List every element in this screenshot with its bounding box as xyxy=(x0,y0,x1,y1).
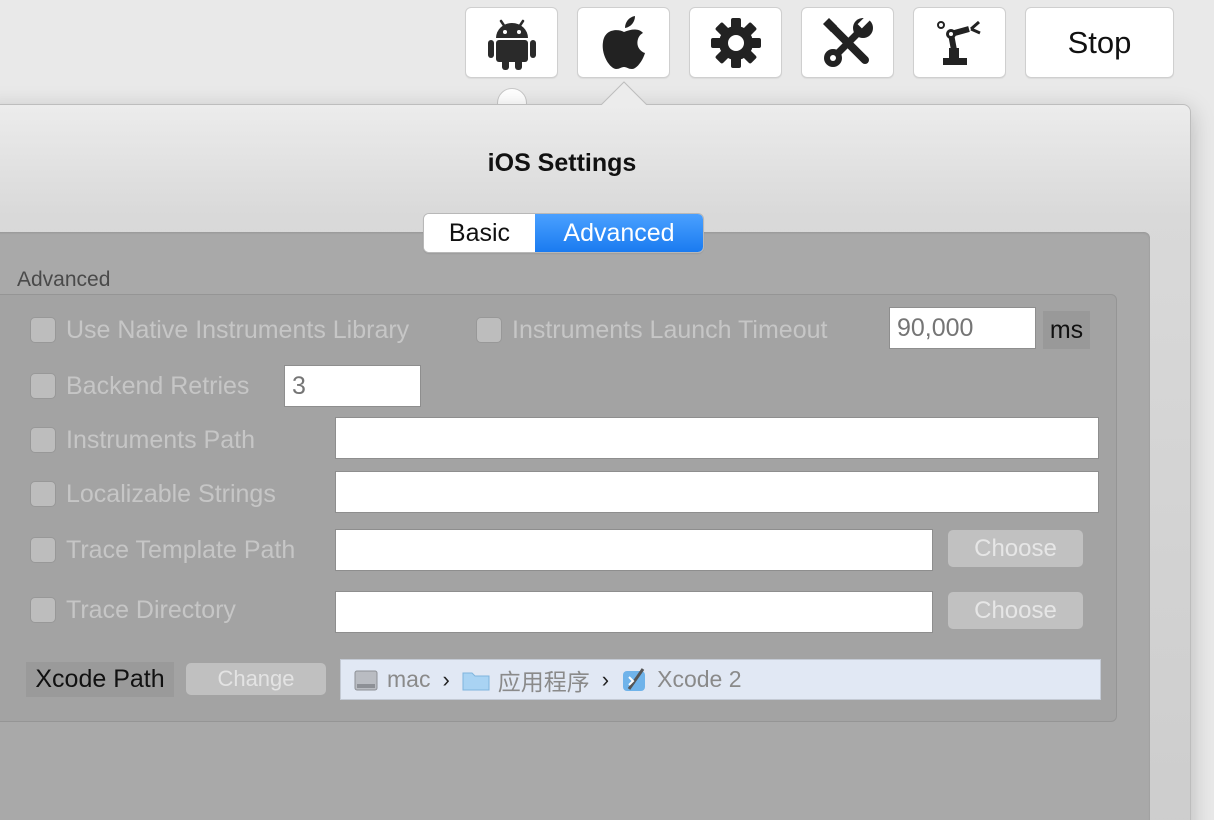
timeout-unit-label: ms xyxy=(1043,311,1090,349)
trace-template-path-label: Trace Template Path xyxy=(66,536,296,564)
instruments-path-input[interactable] xyxy=(335,417,1099,459)
path-separator: › xyxy=(601,666,610,692)
instruments-path-checkbox[interactable] xyxy=(30,427,56,453)
android-button[interactable] xyxy=(465,7,558,78)
backend-retries-label: Backend Retries xyxy=(66,372,250,400)
trace-directory-input[interactable] xyxy=(335,591,933,633)
path-item-applications[interactable]: 应用程序 xyxy=(498,663,590,697)
path-item-xcode[interactable]: Xcode 2 xyxy=(657,666,741,693)
stop-button[interactable]: Stop xyxy=(1025,7,1174,78)
tab-advanced[interactable]: Advanced xyxy=(535,214,703,252)
apple-button[interactable] xyxy=(577,7,670,78)
backend-retries-input[interactable] xyxy=(284,365,421,407)
path-item-mac[interactable]: mac xyxy=(387,666,430,693)
android-icon xyxy=(487,16,536,70)
instruments-launch-timeout-label: Instruments Launch Timeout xyxy=(512,316,828,344)
popover-arrow xyxy=(600,81,648,107)
robot-button[interactable] xyxy=(913,7,1006,78)
tools-button[interactable] xyxy=(801,7,894,78)
xcode-change-button[interactable]: Change xyxy=(185,662,327,696)
xcode-path-control[interactable]: mac › 应用程序 › Xcode 2 xyxy=(340,659,1101,700)
wrench-screwdriver-icon xyxy=(821,15,875,70)
localizable-strings-input[interactable] xyxy=(335,471,1099,513)
trace-template-choose-button[interactable]: Choose xyxy=(947,529,1084,568)
tab-basic[interactable]: Basic xyxy=(424,214,535,252)
localizable-strings-label: Localizable Strings xyxy=(66,480,276,508)
use-native-instruments-label: Use Native Instruments Library xyxy=(66,316,410,344)
folder-icon xyxy=(462,668,490,692)
trace-template-path-checkbox[interactable] xyxy=(30,537,56,563)
tab-control: Basic Advanced xyxy=(423,213,704,253)
robot-arm-icon xyxy=(936,20,983,66)
path-separator: › xyxy=(442,666,450,692)
trace-directory-label: Trace Directory xyxy=(66,596,236,624)
dialog-title: iOS Settings xyxy=(487,149,637,177)
xcode-icon xyxy=(621,667,649,693)
localizable-strings-checkbox[interactable] xyxy=(30,481,56,507)
section-label: Advanced xyxy=(17,268,111,291)
trace-directory-choose-button[interactable]: Choose xyxy=(947,591,1084,630)
trace-template-path-input[interactable] xyxy=(335,529,933,571)
settings-button[interactable] xyxy=(689,7,782,78)
instruments-launch-timeout-checkbox[interactable] xyxy=(476,317,502,343)
backend-retries-checkbox[interactable] xyxy=(30,373,56,399)
apple-icon xyxy=(601,15,647,70)
gear-icon xyxy=(709,16,763,70)
instruments-path-label: Instruments Path xyxy=(66,426,255,454)
use-native-instruments-checkbox[interactable] xyxy=(30,317,56,343)
instruments-launch-timeout-input[interactable] xyxy=(889,307,1036,349)
hard-drive-icon xyxy=(353,668,379,692)
xcode-path-label: Xcode Path xyxy=(26,662,174,697)
trace-directory-checkbox[interactable] xyxy=(30,597,56,623)
